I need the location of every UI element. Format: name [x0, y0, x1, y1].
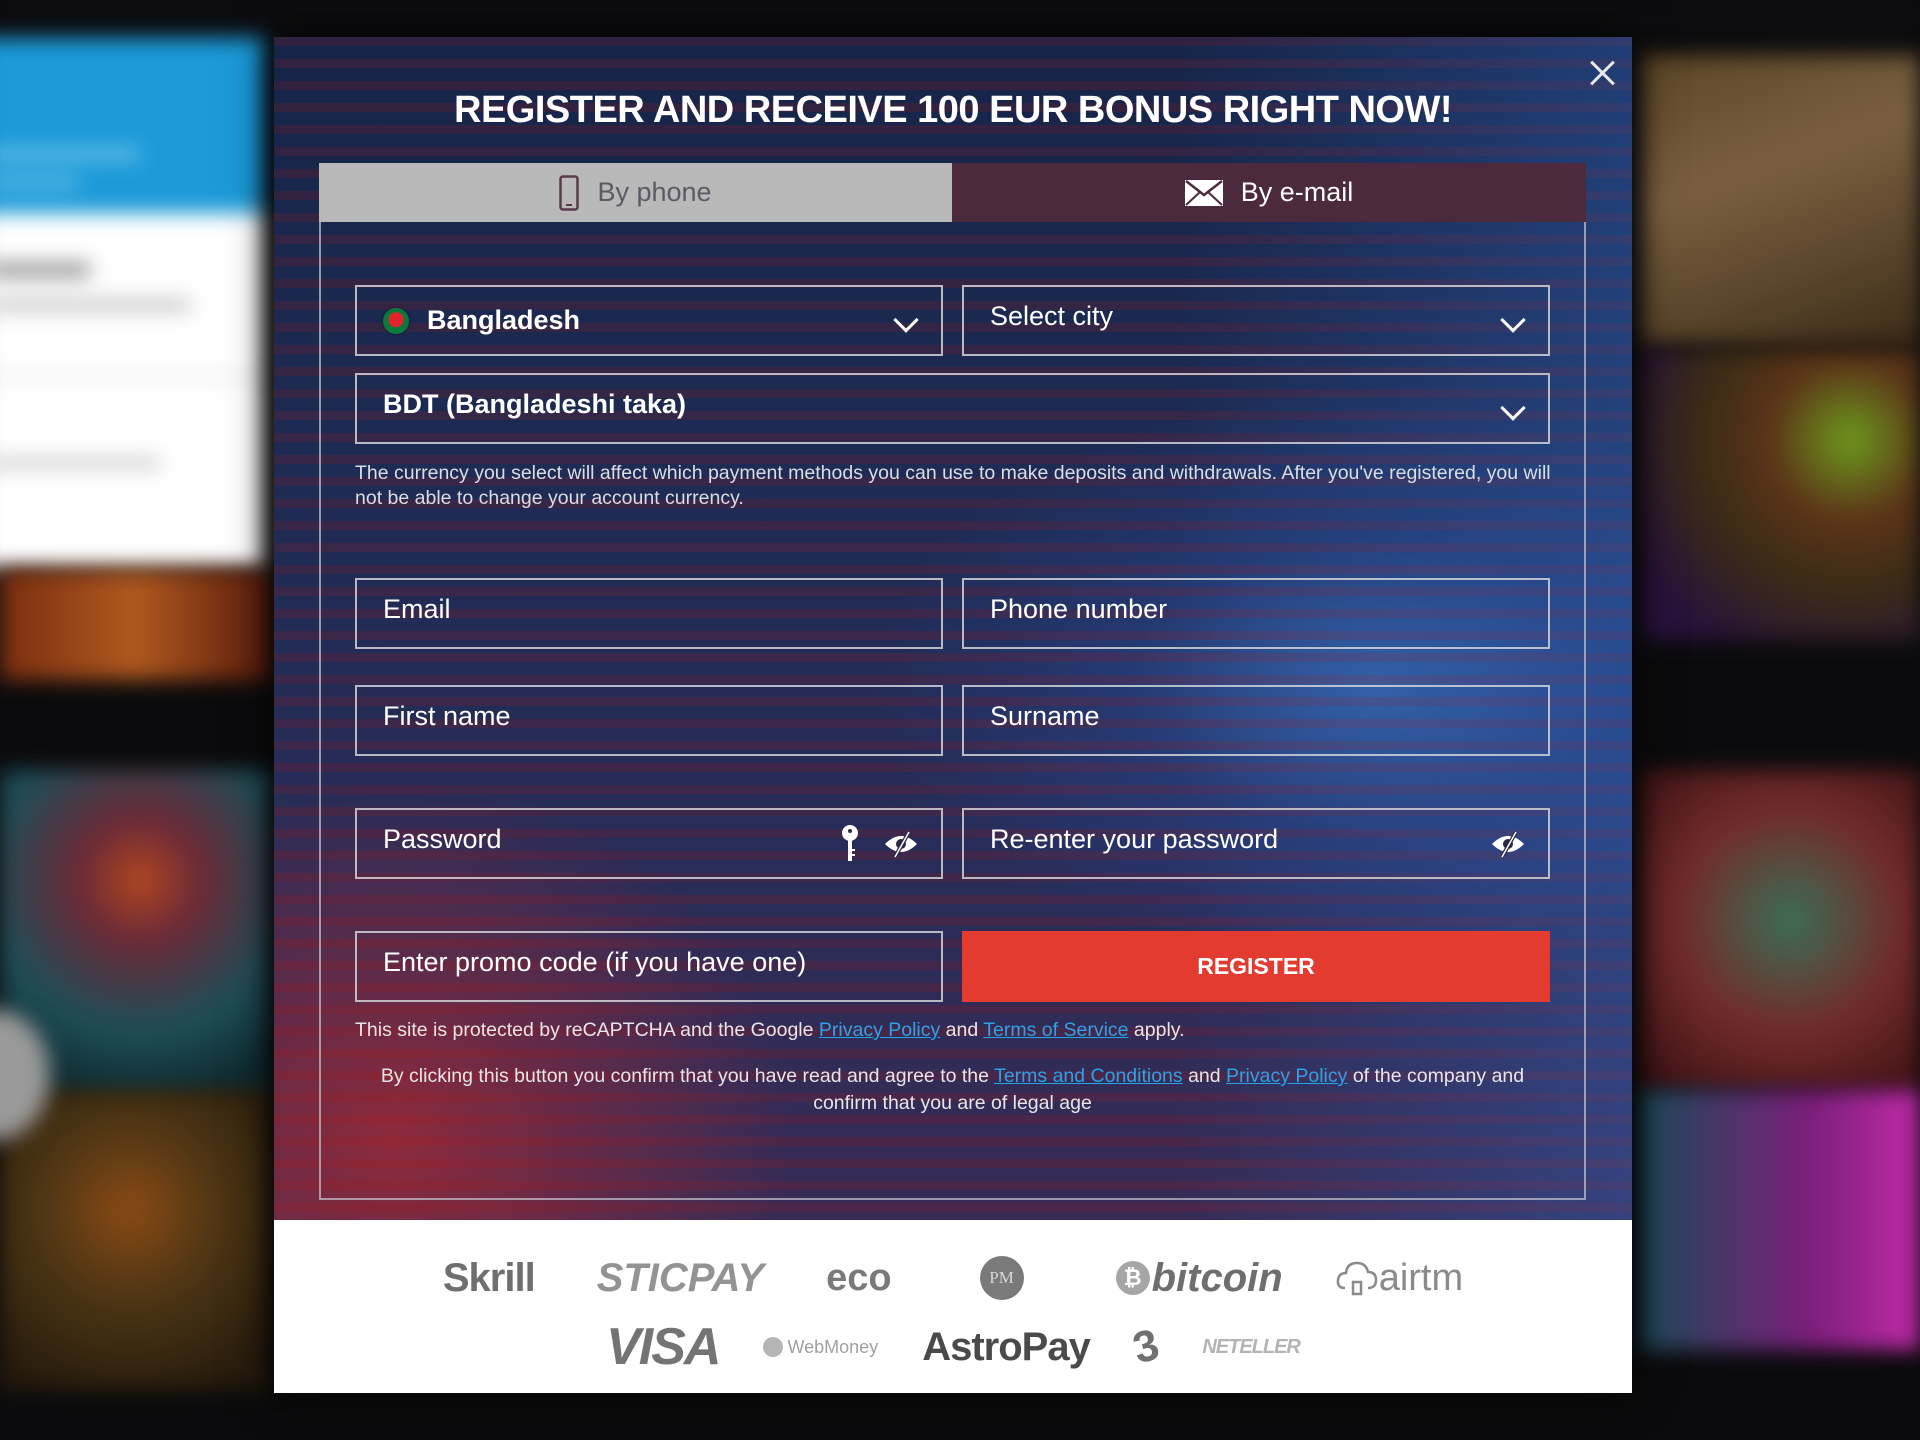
city-select[interactable]: Select city: [962, 285, 1550, 356]
tab-by-email[interactable]: By e-mail: [952, 163, 1586, 222]
chevron-down-icon: [1500, 307, 1526, 333]
tab-by-email-label: By e-mail: [1240, 177, 1354, 207]
skrill-logo: Skrill: [442, 1255, 536, 1300]
astropay-logo: AstroPay: [922, 1324, 1091, 1369]
envelope-icon: [1184, 179, 1223, 206]
background-promo-card: [0, 38, 264, 568]
password-confirm-input[interactable]: Re-enter your password: [962, 808, 1550, 879]
phone-number-input[interactable]: Phone number: [962, 578, 1550, 649]
chevron-down-icon: [893, 307, 919, 333]
promo-code-input[interactable]: Enter promo code (if you have one): [355, 931, 943, 1002]
surname-input[interactable]: Surname: [962, 685, 1550, 756]
payment-methods-strip: Skrill STICPAY eco PM ₿ bitcoin airtm VIS…: [274, 1220, 1632, 1393]
perfect-money-logo: PM: [979, 1256, 1024, 1300]
page: REGISTER AND RECEIVE 100 EUR BONUS RIGHT…: [0, 0, 1920, 1440]
background-game-tile: [1640, 1090, 1920, 1350]
cloud-icon: [1336, 1261, 1377, 1296]
background-game-tile: [1640, 55, 1920, 345]
sticpay-logo: STICPAY: [596, 1255, 765, 1300]
background-top-bar: [0, 0, 1920, 40]
password-input[interactable]: Password: [355, 808, 943, 879]
globe-icon: [763, 1337, 784, 1357]
first-name-input[interactable]: First name: [355, 685, 943, 756]
recaptcha-notice: This site is protected by reCAPTCHA and …: [355, 1019, 1185, 1041]
bitcoin-icon: ₿: [1115, 1261, 1150, 1295]
background-game-tile: [1640, 770, 1920, 1090]
terms-and-conditions-link[interactable]: Terms and Conditions: [994, 1065, 1183, 1087]
google-privacy-policy-link[interactable]: Privacy Policy: [819, 1019, 940, 1041]
register-button[interactable]: REGISTER: [962, 931, 1550, 1002]
registration-form-panel: REGISTER AND RECEIVE 100 EUR BONUS RIGHT…: [274, 37, 1632, 1220]
privacy-policy-link[interactable]: Privacy Policy: [1226, 1065, 1347, 1087]
google-terms-of-service-link[interactable]: Terms of Service: [983, 1019, 1128, 1041]
background-game-banner: [0, 570, 270, 680]
registration-modal: REGISTER AND RECEIVE 100 EUR BONUS RIGHT…: [274, 37, 1632, 1393]
close-icon[interactable]: [1586, 57, 1618, 89]
bangladesh-flag-icon: [383, 307, 409, 334]
currency-help-text: The currency you select will affect whic…: [355, 462, 1551, 509]
b3-logo: 3: [1127, 1319, 1165, 1374]
email-input[interactable]: Email: [355, 578, 943, 649]
bitcoin-logo: ₿ bitcoin: [1115, 1256, 1283, 1301]
background-game-tile: [1640, 350, 1920, 640]
registration-method-tabs: By phone By e-mail: [319, 163, 1586, 222]
eye-slash-icon[interactable]: [1490, 830, 1526, 865]
country-select[interactable]: Bangladesh: [355, 285, 943, 356]
tab-by-phone[interactable]: By phone: [319, 163, 952, 222]
phone-icon: [559, 174, 580, 211]
airtm-logo: airtm: [1335, 1257, 1463, 1300]
tab-by-phone-label: By phone: [597, 177, 712, 207]
key-icon[interactable]: [840, 824, 860, 871]
ecopayz-logo: eco: [826, 1256, 892, 1299]
eye-slash-icon[interactable]: [883, 830, 919, 865]
modal-title: REGISTER AND RECEIVE 100 EUR BONUS RIGHT…: [454, 89, 1453, 131]
terms-agreement-notice: By clicking this button you confirm that…: [380, 1065, 1525, 1114]
visa-logo: VISA: [606, 1318, 721, 1376]
background-game-tile: [0, 1090, 270, 1390]
payment-logos-row: VISA WebMoney AstroPay 3 NETELLER: [274, 1312, 1632, 1382]
webmoney-logo: WebMoney: [763, 1337, 878, 1358]
neteller-logo: NETELLER: [1202, 1335, 1301, 1358]
currency-select[interactable]: BDT (Bangladeshi taka): [355, 373, 1550, 444]
chevron-down-icon: [1500, 395, 1526, 421]
payment-logos-row: Skrill STICPAY eco PM ₿ bitcoin airtm: [274, 1248, 1632, 1308]
